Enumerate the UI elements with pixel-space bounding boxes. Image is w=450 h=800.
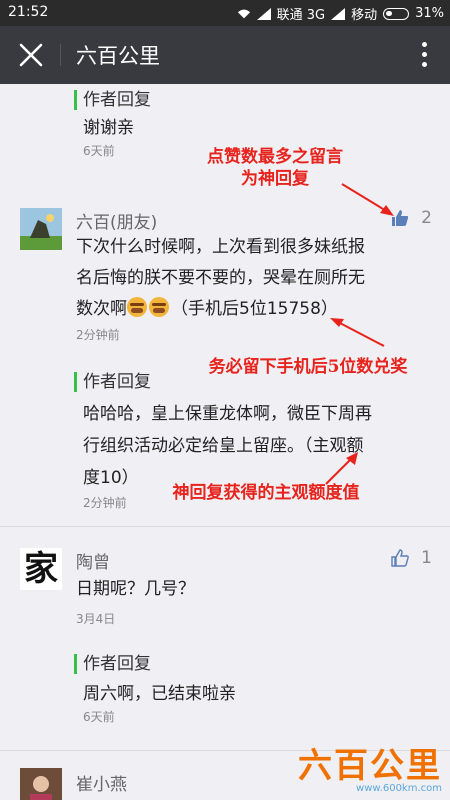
status-time: 21:52 — [8, 4, 49, 20]
annotation-arrow — [330, 318, 385, 347]
title-bar: 六百公里 — [0, 26, 450, 84]
author-reply-tag: 作者回复 — [74, 90, 151, 110]
more-menu-icon[interactable] — [422, 42, 428, 68]
like-count: 2 — [421, 208, 432, 228]
title-divider — [60, 44, 61, 66]
signal-icon — [331, 7, 346, 20]
like-count: 1 — [421, 548, 432, 568]
comment-text: 日期呢？几号？ — [76, 579, 195, 599]
comment-text-part: 数次啊 — [76, 299, 127, 319]
author-reply-text: 谢谢亲 — [83, 118, 134, 138]
status-right: 联通 3G 移动 31% — [237, 4, 444, 23]
carrier-1: 联通 3G — [276, 8, 326, 23]
comment-text-line: 名后悔的朕不要不要的，哭晕在厕所无 — [76, 268, 365, 288]
avatar[interactable]: 家 — [20, 548, 62, 590]
battery-level: 31% — [415, 6, 444, 21]
comment-feed[interactable]: 作者回复 谢谢亲 6天前 点赞数最多之留言 为神回复 六百(朋友) 2 下次什么… — [0, 84, 450, 800]
status-bar: 21:52 联通 3G 移动 31% — [0, 0, 450, 26]
divider — [0, 526, 450, 527]
thumbs-up-icon — [392, 210, 409, 226]
author-reply-tag: 作者回复 — [74, 372, 372, 392]
reply-text-line: 哈哈哈，皇上保重龙体啊，微臣下周再 — [83, 404, 372, 424]
annotation-quota: 神回复获得的主观额度值 — [172, 483, 360, 503]
comment-text-part: （手机后5位15758） — [171, 299, 338, 319]
close-icon[interactable] — [18, 42, 44, 68]
comment-author: 陶曾 — [76, 553, 110, 573]
like-button[interactable]: 2 — [391, 208, 432, 228]
comment-author: 崔小燕 — [76, 775, 127, 795]
watermark-logo: 六百公里 www.600km.com — [298, 738, 442, 794]
comment-text-line: 下次什么时候啊，上次看到很多妹纸报 — [76, 237, 365, 257]
battery-icon — [383, 7, 410, 20]
author-reply-time: 6天前 — [83, 144, 115, 158]
page-title: 六百公里 — [76, 44, 160, 68]
carrier-2: 移动 — [351, 8, 378, 23]
wifi-icon — [237, 9, 250, 18]
author-reply: 作者回复 周六啊，已结束啦亲 6天前 — [74, 654, 236, 725]
like-button[interactable]: 1 — [391, 548, 432, 568]
annotation-line: 点赞数最多之留言 — [207, 147, 343, 167]
avatar[interactable] — [20, 208, 62, 250]
comment-text: 下次什么时候啊，上次看到很多妹纸报 名后悔的朕不要不要的，哭晕在厕所无 数次啊 （… — [76, 232, 426, 325]
author-reply-time: 6天前 — [83, 710, 115, 724]
thumbs-up-outline-icon — [391, 549, 409, 567]
comment-time: 3月4日 — [76, 612, 116, 626]
author-reply-tag: 作者回复 — [74, 654, 236, 674]
crying-emoji-icon — [149, 297, 169, 317]
crying-emoji-icon — [127, 297, 147, 317]
avatar[interactable] — [20, 768, 62, 800]
comment-author: 六百(朋友) — [76, 213, 158, 233]
watermark-text: 六百公里 — [298, 746, 442, 786]
author-reply: 作者回复 谢谢亲 6天前 — [74, 90, 151, 159]
comment-time: 2分钟前 — [76, 328, 120, 342]
author-reply-text: 周六啊，已结束啦亲 — [83, 684, 236, 704]
signal-icon — [256, 7, 271, 20]
